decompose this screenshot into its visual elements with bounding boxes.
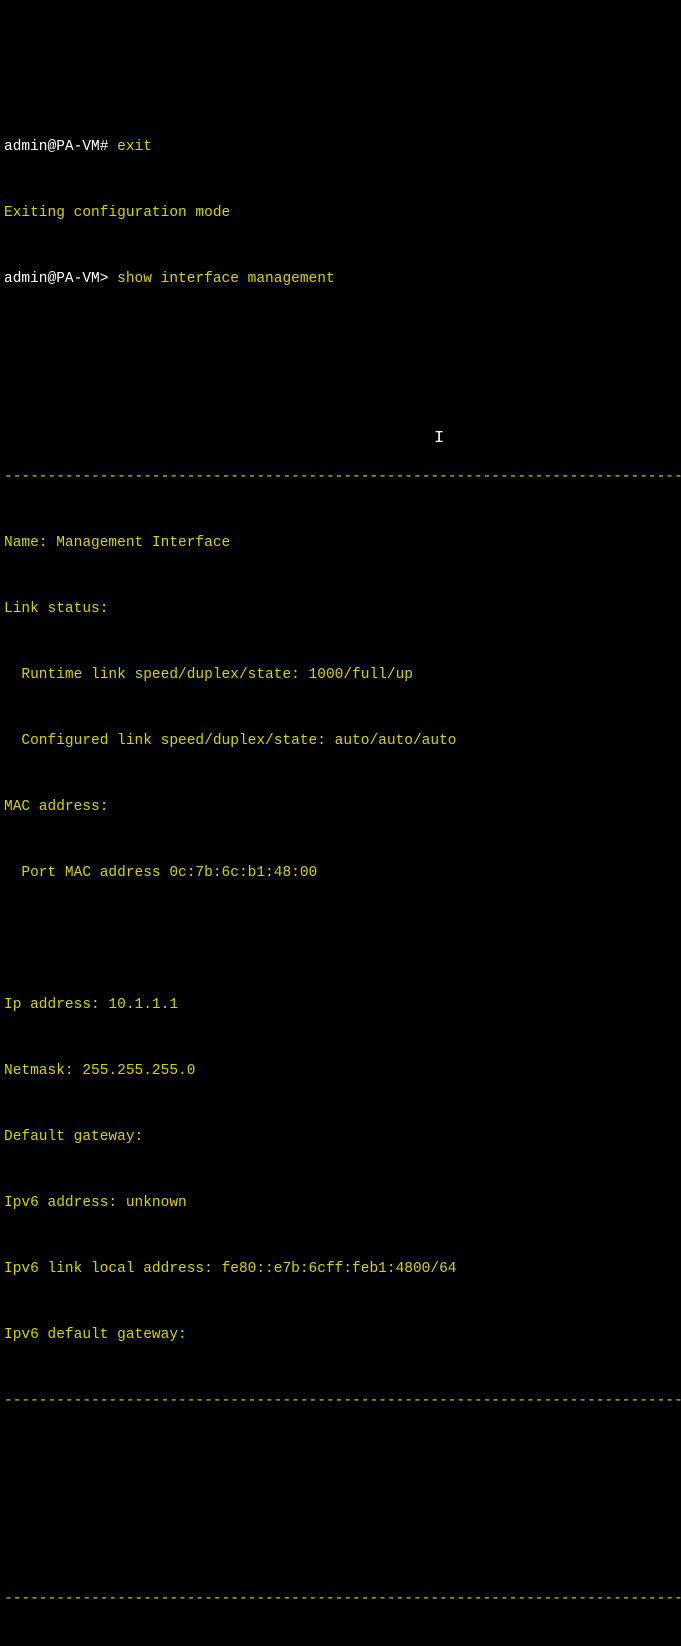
- terminal-output[interactable]: admin@PA-VM# exit Exiting configuration …: [4, 92, 669, 1646]
- ipv6-ll-line: Ipv6 link local address: fe80::e7b:6cff:…: [4, 1258, 669, 1280]
- ipv6-gw-line: Ipv6 default gateway:: [4, 1324, 669, 1346]
- command-show: show interface management: [117, 271, 335, 287]
- runtime-line: Runtime link speed/duplex/state: 1000/fu…: [4, 664, 669, 686]
- text-cursor-icon: I: [434, 428, 444, 450]
- ip-line: Ip address: 10.1.1.1: [4, 994, 669, 1016]
- divider-line: ----------------------------------------…: [4, 1390, 669, 1412]
- link-status-label: Link status:: [4, 598, 669, 620]
- mac-label: MAC address:: [4, 796, 669, 818]
- name-line: Name: Management Interface: [4, 532, 669, 554]
- netmask-line: Netmask: 255.255.255.0: [4, 1060, 669, 1082]
- divider-line: ----------------------------------------…: [4, 466, 669, 488]
- exit-message: Exiting configuration mode: [4, 202, 669, 224]
- gateway-line: Default gateway:: [4, 1126, 669, 1148]
- config-prompt: admin@PA-VM#: [4, 139, 117, 155]
- oper-prompt: admin@PA-VM>: [4, 271, 117, 287]
- configured-line: Configured link speed/duplex/state: auto…: [4, 730, 669, 752]
- command-exit: exit: [117, 139, 152, 155]
- ipv6-addr-line: Ipv6 address: unknown: [4, 1192, 669, 1214]
- divider-line: ----------------------------------------…: [4, 1588, 669, 1610]
- mac-port-line: Port MAC address 0c:7b:6c:b1:48:00: [4, 862, 669, 884]
